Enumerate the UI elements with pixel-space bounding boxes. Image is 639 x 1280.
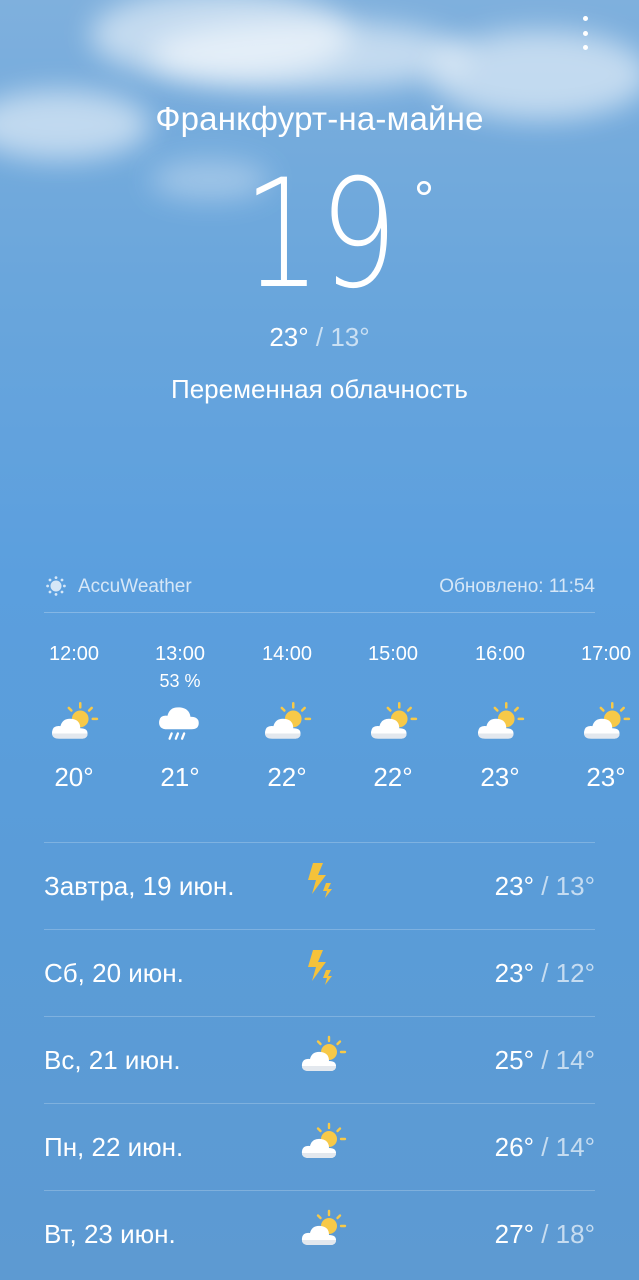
day-high: 27° [494, 1219, 534, 1249]
daily-forecast-row[interactable]: Вс, 21 июн. 25° / 14° [44, 1016, 595, 1103]
thunder-icon [299, 861, 349, 911]
hourly-time: 13:00 [154, 643, 206, 665]
day-label: Сб, 20 июн. [44, 958, 184, 988]
partly-cloudy-icon [29, 694, 119, 750]
daily-forecast-row[interactable]: Сб, 20 июн. 23° / 12° [44, 929, 595, 1016]
day-temperature-range: 25° / 14° [495, 1045, 595, 1076]
hourly-item: 16:00 23° [455, 640, 545, 793]
hourly-item: 13:00 53 % 21° [135, 640, 225, 793]
hourly-precipitation [455, 668, 545, 694]
day-low: 14° [555, 1045, 595, 1075]
hourly-temperature: 20° [54, 762, 94, 792]
partly-cloudy-icon [455, 694, 545, 750]
dot-icon [582, 30, 588, 36]
current-condition: Переменная облачность [171, 374, 468, 404]
day-range-separator: / [534, 1045, 556, 1075]
hourly-item: 17:00 23° [561, 640, 639, 793]
day-label: Пн, 22 июн. [44, 1132, 184, 1162]
today-high: 23° [269, 322, 309, 352]
provider-name: AccuWeather [78, 576, 192, 597]
day-temperature-range: 23° / 13° [495, 871, 595, 902]
hourly-precipitation [348, 668, 438, 694]
thunder-icon [299, 948, 349, 998]
high-low-separator: / [308, 322, 331, 352]
today-low: 13° [330, 322, 370, 352]
hourly-time: 16:00 [474, 643, 526, 665]
partly-cloudy-icon [561, 694, 639, 750]
hourly-temperature: 22° [373, 762, 413, 792]
day-high: 26° [494, 1132, 534, 1162]
city-name: Франкфурт-на-майне [155, 100, 484, 137]
partly-cloudy-icon [299, 1035, 349, 1085]
day-range-separator: / [534, 1132, 556, 1162]
hourly-temperature: 22° [267, 762, 307, 792]
daily-forecast-row[interactable]: Пн, 22 июн. 26° / 14° [44, 1103, 595, 1190]
hourly-time: 17:00 [580, 643, 632, 665]
day-label: Вс, 21 июн. [44, 1045, 181, 1075]
hourly-precipitation [561, 668, 639, 694]
partly-cloudy-icon [348, 694, 438, 750]
day-temperature-range: 26° / 14° [495, 1132, 595, 1163]
hourly-item: 14:00 22° [242, 640, 332, 793]
hourly-time: 15:00 [367, 643, 419, 665]
day-temperature-range: 23° / 12° [495, 958, 595, 989]
hourly-precipitation: 53 % [159, 671, 201, 691]
day-low: 12° [555, 958, 595, 988]
updated-time: Обновлено: 11:54 [439, 576, 595, 597]
rain-icon [135, 694, 225, 750]
day-low: 14° [555, 1132, 595, 1162]
daily-forecast: Завтра, 19 июн. 23° / 13° Сб, 20 июн. 23… [44, 842, 595, 1277]
current-temperature-value: 19 [242, 148, 398, 322]
hourly-forecast[interactable]: 12:00 20° 13:00 53 % 21° 14:00 22° 15:00… [0, 640, 639, 820]
hourly-precipitation [29, 668, 119, 694]
daily-forecast-row[interactable]: Вт, 23 июн. 27° / 18° [44, 1190, 595, 1277]
current-temperature: 19 ° [0, 160, 639, 310]
day-high: 23° [494, 871, 534, 901]
hourly-item: 12:00 20° [29, 640, 119, 793]
day-temperature-range: 27° / 18° [495, 1219, 595, 1250]
day-high: 23° [494, 958, 534, 988]
more-options-button[interactable] [575, 16, 595, 50]
partly-cloudy-icon [242, 694, 332, 750]
accuweather-sun-icon [46, 576, 66, 596]
partly-cloudy-icon [299, 1122, 349, 1172]
day-label: Завтра, 19 июн. [44, 871, 235, 901]
day-high: 25° [494, 1045, 534, 1075]
provider-row[interactable]: AccuWeather Обновлено: 11:54 [44, 572, 595, 613]
degree-symbol: ° [414, 171, 434, 227]
day-low: 13° [555, 871, 595, 901]
daily-forecast-row[interactable]: Завтра, 19 июн. 23° / 13° [44, 842, 595, 929]
hourly-temperature: 23° [586, 762, 626, 792]
hourly-precipitation [242, 668, 332, 694]
hourly-time: 14:00 [261, 643, 313, 665]
hourly-item: 15:00 22° [348, 640, 438, 793]
hourly-time: 12:00 [48, 643, 100, 665]
day-range-separator: / [534, 958, 556, 988]
dot-icon [582, 16, 588, 21]
day-range-separator: / [534, 871, 556, 901]
dot-icon [582, 45, 588, 50]
hourly-temperature: 21° [160, 762, 200, 792]
day-label: Вт, 23 июн. [44, 1219, 176, 1249]
day-low: 18° [555, 1219, 595, 1249]
day-range-separator: / [534, 1219, 556, 1249]
today-high-low: 23° / 13° [0, 322, 639, 353]
partly-cloudy-icon [299, 1209, 349, 1259]
hourly-temperature: 23° [480, 762, 520, 792]
background-cloud [150, 20, 470, 90]
